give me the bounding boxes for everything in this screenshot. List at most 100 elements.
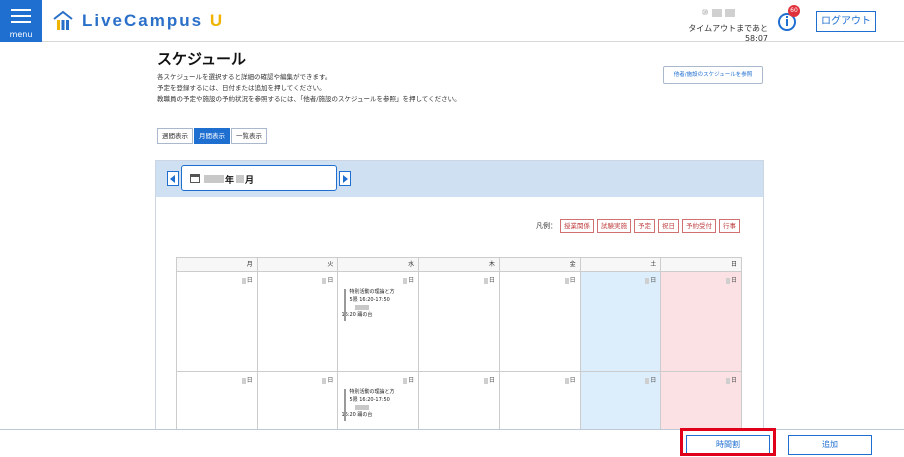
legend-item: 祝日 [658, 219, 679, 233]
redacted-name [711, 8, 722, 17]
hamburger-icon [11, 9, 31, 27]
day-number: 日 [645, 375, 656, 384]
day-cell-sunday[interactable]: 日 [661, 372, 743, 429]
description-line: 各スケジュールを選択すると詳細の確認や編集ができます。 [157, 73, 332, 81]
redacted-date [726, 277, 731, 284]
footer-bar: 時間割 追加 [0, 429, 904, 457]
app-logo[interactable]: LiveCampus U [52, 9, 224, 33]
day-cell[interactable]: 日 [419, 372, 500, 429]
day-cell[interactable]: 日 特別活動の理論と方 5限 16:20-17:50 16:20 踊の台 [338, 372, 420, 429]
legend-label: 凡例： [536, 222, 557, 230]
user-prefix: ⑩ [701, 8, 709, 17]
view-others-schedule-button[interactable]: 他者/施設のスケジュールを参照 [663, 66, 763, 84]
day-of-week: 火 [257, 258, 339, 272]
event-period: 5限 16:20-17:50 [349, 397, 390, 403]
year-suffix: 年 [225, 176, 235, 186]
day-number: 日 [564, 375, 576, 384]
day-cell[interactable]: 日 [419, 272, 500, 372]
redacted-month [236, 175, 244, 183]
month-picker[interactable]: 年 月 [181, 165, 337, 191]
day-of-week: 月 [177, 258, 258, 272]
legend-item: 行事 [719, 219, 740, 233]
timetable-button[interactable]: 時間割 [686, 435, 770, 455]
day-of-week: 日 [661, 258, 743, 272]
day-number: 日 [726, 275, 737, 284]
day-cell[interactable]: 日 [499, 272, 581, 372]
day-cell[interactable]: 日 [257, 372, 339, 429]
redacted-date [322, 277, 327, 284]
tab-weekly[interactable]: 週間表示 [157, 128, 193, 144]
day-suffix: 日 [327, 277, 334, 284]
day-cell-saturday[interactable]: 日 [580, 372, 662, 429]
calendar-panel: 年 月 凡例： 授業関係 試験実施 予定 祝日 予約受付 行事 月 火 水 木 … [155, 160, 764, 429]
app-header: menu LiveCampus U ⑩ タイムアウトまであと 58:07 60 … [0, 0, 904, 43]
menu-label: menu [9, 30, 33, 39]
event-period: 5限 16:20-17:50 [349, 297, 390, 303]
redacted-date [645, 377, 650, 384]
logout-button[interactable]: ログアウト [816, 11, 876, 32]
day-cell-saturday[interactable]: 日 [580, 272, 662, 372]
grid-header: 月 火 水 木 金 土 日 [177, 258, 743, 272]
redacted-date [645, 277, 650, 284]
day-number: 日 [241, 375, 253, 384]
view-tabs: 週間表示 月間表示 一覧表示 [157, 128, 268, 144]
redacted-date [241, 277, 246, 284]
redacted-year [204, 175, 224, 183]
next-month-button[interactable] [339, 171, 351, 186]
week-row: 日 日 日 特別活動の理論と方 5限 16:20-17:50 16:20 踊の台… [177, 372, 743, 429]
tab-monthly[interactable]: 月間表示 [194, 128, 230, 144]
redacted-date [322, 377, 327, 384]
redacted-text [355, 405, 370, 410]
day-suffix: 日 [569, 377, 576, 384]
event-title: 特別活動の理論と方 [349, 289, 395, 295]
user-info: ⑩ タイムアウトまであと 58:07 [668, 8, 768, 43]
prev-month-button[interactable] [167, 171, 179, 186]
day-cell[interactable]: 日 [177, 272, 258, 372]
description-line: 教職員の予定や施設の予約状況を参照するには、「他者/施設のスケジュールを参照」を… [157, 95, 461, 103]
day-suffix: 日 [650, 277, 657, 284]
day-of-week: 木 [419, 258, 500, 272]
redacted-date [403, 377, 408, 384]
campus-building-icon [53, 10, 73, 30]
page-title: スケジュール [157, 50, 246, 68]
day-cell-sunday[interactable]: 日 [661, 272, 743, 372]
brand-main: LiveCampus [82, 11, 204, 30]
day-of-week: 土 [580, 258, 662, 272]
day-cell[interactable]: 日 [499, 372, 581, 429]
tab-list[interactable]: 一覧表示 [231, 128, 267, 144]
menu-button[interactable]: menu [0, 0, 42, 42]
user-name: ⑩ [668, 8, 768, 17]
legend-item: 予約受付 [682, 219, 716, 233]
day-cell[interactable]: 日 [257, 272, 339, 372]
day-number: 日 [403, 375, 414, 384]
day-cell[interactable]: 日 特別活動の理論と方 5限 16:20-17:50 16:20 踊の台 [338, 272, 420, 372]
schedule-event[interactable]: 特別活動の理論と方 5限 16:20-17:50 16:20 踊の台 [341, 388, 413, 421]
calendar-icon [190, 174, 200, 183]
legend-item: 授業関係 [560, 219, 594, 233]
add-button[interactable]: 追加 [788, 435, 872, 455]
redacted-date [483, 277, 488, 284]
schedule-event[interactable]: 特別活動の理論と方 5限 16:20-17:50 16:20 踊の台 [341, 288, 413, 321]
day-cell[interactable]: 日 [177, 372, 258, 429]
main-content: スケジュール 各スケジュールを選択すると詳細の確認や編集ができます。 予定を登録… [0, 42, 904, 429]
legend: 凡例： 授業関係 試験実施 予定 祝日 予約受付 行事 [536, 219, 743, 233]
day-suffix: 日 [408, 377, 415, 384]
notification-badge: 60 [788, 5, 800, 17]
redacted-date [403, 277, 408, 284]
timeout-text: タイムアウトまであと 58:07 [688, 24, 768, 43]
month-grid: 月 火 水 木 金 土 日 日 日 日 特別活動の理論と方 5限 16:20-1… [176, 257, 743, 429]
day-number: 日 [403, 275, 414, 284]
brand-suffix: U [209, 11, 225, 30]
day-number: 日 [483, 275, 495, 284]
redacted-date [564, 277, 569, 284]
day-number: 日 [726, 375, 737, 384]
day-number: 日 [241, 275, 253, 284]
page-description: 各スケジュールを選択すると詳細の確認や編集ができます。 予定を登録するには、日付… [157, 72, 461, 105]
redacted-name [724, 8, 735, 17]
day-number: 日 [564, 275, 576, 284]
week-row: 日 日 日 特別活動の理論と方 5限 16:20-17:50 16:20 踊の台… [177, 272, 743, 372]
event-marker [344, 289, 347, 321]
day-of-week: 水 [338, 258, 420, 272]
day-suffix: 日 [488, 277, 495, 284]
day-suffix: 日 [488, 377, 495, 384]
